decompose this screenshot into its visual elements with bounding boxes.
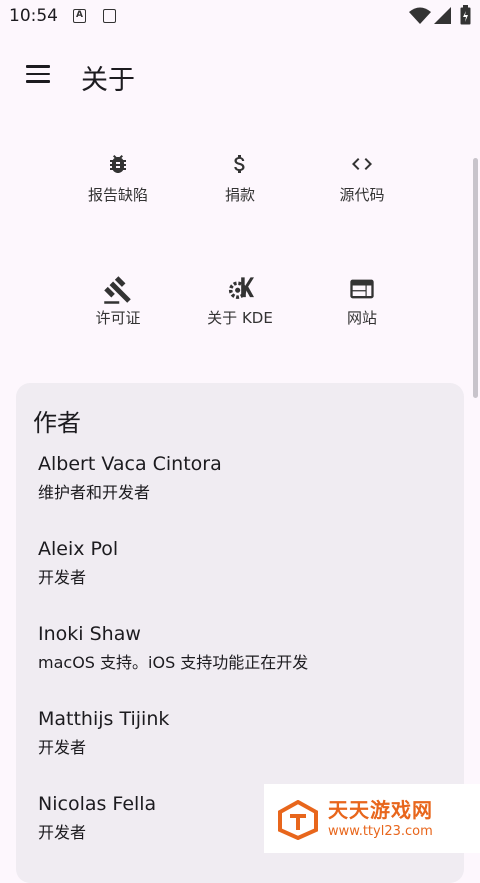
authors-title: 作者 [33, 409, 81, 437]
code-icon [352, 158, 372, 170]
author-role: 维护者和开发者 [38, 483, 151, 502]
author-item[interactable]: Matthijs Tijink 开发者 [38, 708, 169, 758]
menu-button[interactable] [16, 52, 60, 96]
status-bar: 10:54 A [0, 0, 480, 34]
license-button[interactable]: 许可证 [48, 263, 188, 359]
author-role: macOS 支持。iOS 支持功能正在开发 [38, 653, 309, 672]
author-role: 开发者 [38, 568, 87, 587]
license-label: 许可证 [95, 309, 141, 327]
dollar-icon [234, 155, 245, 173]
author-name: Inoki Shaw [38, 623, 141, 645]
author-name: Aleix Pol [38, 538, 119, 560]
author-role: 开发者 [38, 738, 87, 757]
source-code-button[interactable]: 源代码 [292, 140, 432, 236]
report-bug-button[interactable]: 报告缺陷 [48, 140, 188, 236]
watermark-title: 天天游戏网 [328, 798, 433, 822]
status-time: 10:54 [9, 6, 58, 26]
watermark: 天天游戏网 www.ttyl23.com [264, 784, 480, 853]
author-role: 开发者 [38, 823, 87, 842]
notification-app-icon [103, 9, 116, 23]
author-item[interactable]: Nicolas Fella 开发者 [38, 793, 156, 843]
donate-button[interactable]: 捐款 [170, 140, 310, 236]
author-item[interactable]: Inoki Shaw macOS 支持。iOS 支持功能正在开发 [38, 623, 308, 673]
battery-icon [460, 5, 471, 25]
app-bar: 关于 [0, 44, 480, 108]
web-icon [350, 279, 374, 299]
notification-a-icon: A [73, 9, 86, 23]
website-button[interactable]: 网站 [292, 263, 432, 359]
author-item[interactable]: Albert Vaca Cintora 维护者和开发者 [38, 453, 222, 503]
author-name: Albert Vaca Cintora [38, 453, 222, 475]
author-item[interactable]: Aleix Pol 开发者 [38, 538, 118, 588]
bug-icon [110, 155, 126, 173]
signal-icon [434, 7, 451, 24]
website-label: 网站 [346, 309, 377, 327]
page-title: 关于 [81, 65, 135, 96]
wifi-icon [409, 7, 431, 24]
author-name: Matthijs Tijink [38, 708, 170, 730]
watermark-logo-icon [278, 800, 318, 840]
report-bug-label: 报告缺陷 [87, 186, 148, 204]
author-name: Nicolas Fella [38, 793, 157, 815]
source-code-label: 源代码 [339, 186, 385, 204]
scrollbar[interactable] [473, 158, 478, 398]
about-kde-button[interactable]: 关于 KDE [170, 263, 310, 359]
menu-icon [26, 65, 50, 68]
gavel-icon [104, 276, 131, 304]
donate-label: 捐款 [224, 186, 255, 204]
kde-icon [228, 277, 254, 299]
watermark-url: www.ttyl23.com [328, 824, 433, 839]
about-kde-label: 关于 KDE [207, 309, 273, 327]
